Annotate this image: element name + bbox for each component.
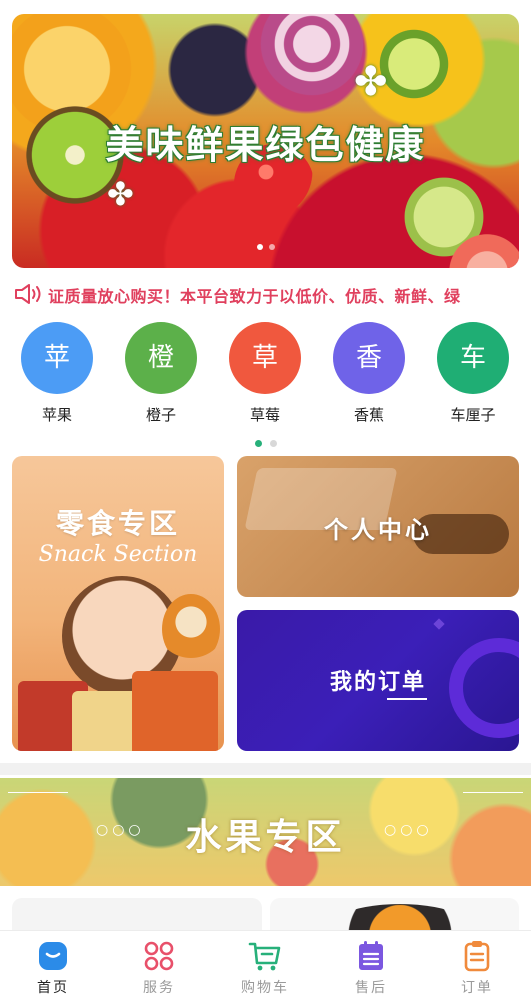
fruit-section-title: 水果专区 [185, 816, 346, 858]
speaker-icon [15, 284, 41, 304]
banner-dot[interactable] [268, 244, 275, 250]
category-badge: 橙 [125, 322, 197, 394]
category-badge: 苹 [21, 322, 93, 394]
category-cherry[interactable]: 车 车厘子 [428, 322, 518, 425]
tab-label: 订单 [461, 980, 493, 996]
tab-after-sales[interactable]: 售后 [318, 939, 424, 997]
fruit-section-banner[interactable]: ○○○ 水果专区 ○○○ [0, 778, 531, 886]
category-label: 香蕉 [353, 406, 384, 424]
banner-title: 美味鲜果绿色健康 [105, 122, 426, 167]
tab-label: 服务 [143, 980, 175, 996]
category-label: 橙子 [145, 406, 176, 424]
category-page-dot[interactable] [269, 440, 277, 447]
clover-grid-icon [144, 941, 174, 971]
shopping-cart-icon [248, 942, 281, 971]
my-orders-card[interactable]: 我的订单 [237, 610, 519, 751]
category-label: 车厘子 [450, 406, 496, 424]
clover-icon: ✤ [107, 175, 134, 213]
notice-text: 证质量放心购买！本平台致力于以低价、优质、新鲜、绿 [48, 287, 461, 306]
personal-center-card[interactable]: 个人中心 [237, 456, 519, 597]
category-strawberry[interactable]: 草 草莓 [220, 322, 310, 425]
category-page-dot-active[interactable] [254, 440, 262, 447]
category-badge: 草 [229, 322, 301, 394]
hero-banner[interactable]: ✤ ✤ 美味鲜果绿色健康 [12, 14, 519, 268]
decor-line [8, 792, 68, 793]
category-label: 草莓 [249, 406, 280, 424]
tab-label: 购物车 [241, 980, 289, 996]
personal-center-title: 个人中心 [324, 516, 432, 544]
decor-dots-right: ○○○ [384, 822, 433, 838]
category-banana[interactable]: 香 香蕉 [324, 322, 414, 425]
category-orange[interactable]: 橙 橙子 [116, 322, 206, 425]
my-orders-title: 我的订单 [329, 670, 426, 695]
snack-section-subtitle: Snack Section [38, 542, 198, 567]
clover-icon: ✤ [354, 59, 388, 105]
category-label: 苹果 [41, 406, 72, 424]
tab-service[interactable]: 服务 [106, 939, 212, 997]
notice-bar[interactable]: 证质量放心购买！本平台致力于以低价、优质、新鲜、绿 [0, 276, 531, 312]
calendar-icon [359, 941, 383, 970]
tab-label: 首页 [37, 980, 69, 996]
decor-line [463, 792, 523, 793]
home-icon [39, 942, 67, 970]
snack-section-card[interactable]: 零食专区 Snack Section [12, 456, 224, 751]
tab-label: 售后 [355, 980, 387, 996]
snack-section-title: 零食专区 [55, 507, 180, 540]
category-row: 苹 苹果 橙 橙子 草 草莓 香 香蕉 车 车厘子 [0, 322, 531, 447]
snack-package-image [132, 671, 218, 751]
tab-home[interactable]: 首页 [0, 939, 106, 997]
category-pager [0, 432, 531, 451]
clipboard-icon [464, 941, 490, 972]
tab-cart[interactable]: 购物车 [212, 939, 318, 997]
decor-diamond [433, 618, 445, 630]
mascot-squirrel-image [162, 594, 220, 664]
category-apple[interactable]: 苹 苹果 [12, 322, 102, 425]
tab-orders[interactable]: 订单 [424, 939, 530, 997]
category-badge: 车 [437, 322, 509, 394]
title-underline [387, 698, 427, 700]
section-divider [0, 763, 531, 775]
category-badge: 香 [333, 322, 405, 394]
bottom-tab-bar: 首页 服务 购物车 售后 订单 [0, 930, 531, 1000]
banner-dot-active[interactable] [256, 244, 263, 250]
banner-pager [12, 235, 519, 254]
